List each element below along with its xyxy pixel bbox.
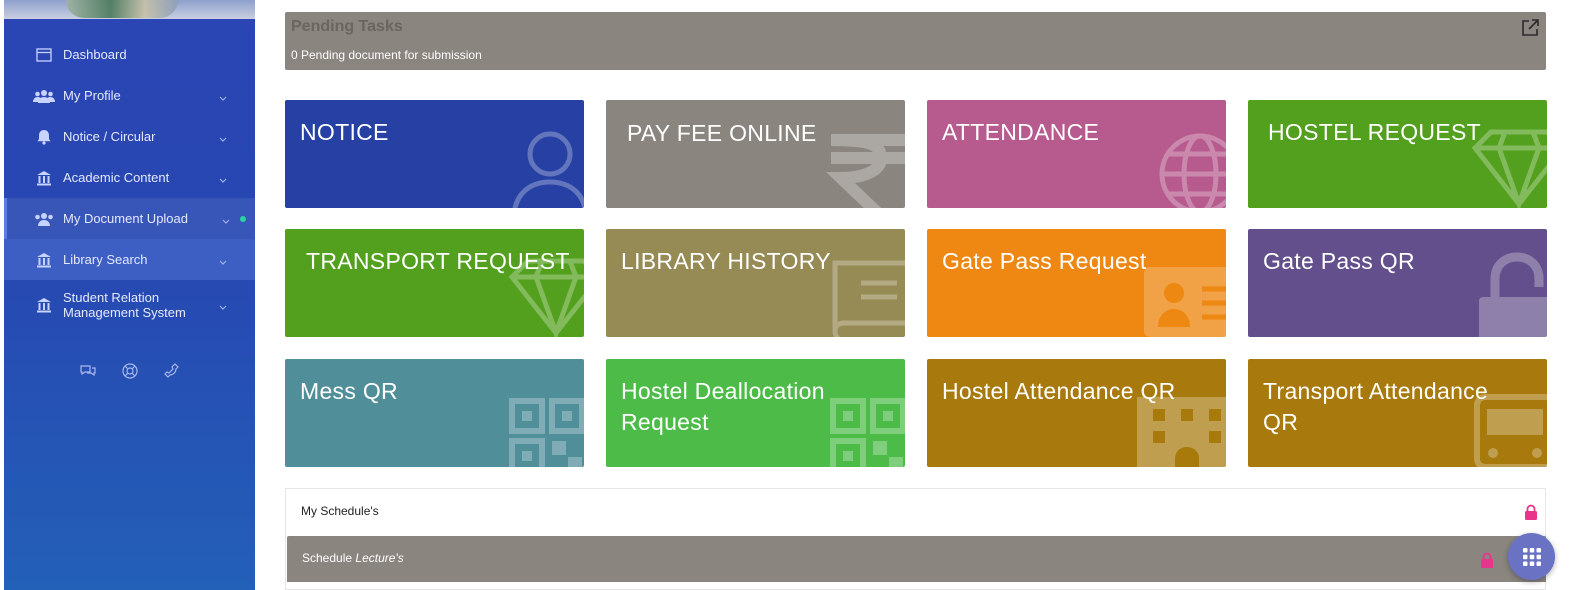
sidebar-item-label: Library Search <box>63 252 148 267</box>
tile-label: PAY FEE ONLINE <box>627 120 817 146</box>
chevron-down-icon <box>218 173 228 183</box>
tile-notice[interactable]: NOTICE <box>285 100 584 208</box>
chevron-down-icon <box>218 132 228 142</box>
sidebar-item-label: My Profile <box>63 88 121 103</box>
sidebar-footer <box>4 350 255 590</box>
book-icon <box>832 260 905 337</box>
tile-gate-pass-qr[interactable]: Gate Pass QR <box>1248 229 1547 337</box>
rupee-icon <box>826 134 905 208</box>
tile-mess-qr[interactable]: Mess QR <box>285 359 584 467</box>
qr-icon <box>509 398 584 467</box>
tile-label: HOSTEL REQUEST <box>1268 119 1481 145</box>
sidebar-nav: Dashboard My Profile Notice / Circular A… <box>4 34 255 330</box>
tile-transport-attendance-qr[interactable]: Transport Attendance QR <box>1248 359 1547 467</box>
tile-attendance[interactable]: ATTENDANCE <box>927 100 1226 208</box>
sidebar-item-dashboard[interactable]: Dashboard <box>4 34 255 75</box>
institution-icon <box>33 170 55 186</box>
schedule-lectures-title: Schedule Lecture's <box>302 551 404 565</box>
diamond-icon <box>508 258 584 337</box>
chevron-down-icon <box>218 300 228 310</box>
sidebar-item-label: Dashboard <box>63 47 127 62</box>
tile-label: Mess QR <box>300 378 398 404</box>
pending-tasks-panel: Pending Tasks 0 Pending document for sub… <box>285 12 1546 70</box>
tile-hostel-attendance-qr[interactable]: Hostel Attendance QR <box>927 359 1226 467</box>
pending-tasks-subtitle: 0 Pending document for submission <box>291 48 482 62</box>
sidebar-item-label: My Document Upload <box>63 211 188 226</box>
unlock-icon <box>1479 252 1547 337</box>
lock-icon[interactable] <box>1524 504 1538 520</box>
building-icon <box>1137 397 1226 467</box>
chevron-down-icon <box>218 255 228 265</box>
tile-hostel-request[interactable]: HOSTEL REQUEST <box>1248 100 1547 208</box>
users-icon <box>33 211 55 227</box>
tile-pay-fee-online[interactable]: PAY FEE ONLINE <box>606 100 905 208</box>
chevron-down-icon <box>218 91 228 101</box>
tile-label: NOTICE <box>300 119 389 145</box>
sidebar-item-label: Student Relation Management System <box>63 290 186 320</box>
institution-icon <box>33 297 55 313</box>
bell-icon <box>33 129 55 145</box>
schedule-label: Schedule <box>302 551 353 565</box>
sidebar-item-notice-circular[interactable]: Notice / Circular <box>4 116 255 157</box>
institution-icon <box>33 252 55 268</box>
sidebar-item-academic-content[interactable]: Academic Content <box>4 157 255 198</box>
phone-icon[interactable] <box>163 362 181 380</box>
users-icon <box>33 88 55 104</box>
grid-icon <box>1522 547 1542 567</box>
tile-label: Gate Pass Request <box>942 248 1147 274</box>
sidebar-item-label: Notice / Circular <box>63 129 156 144</box>
sidebar-item-library-search[interactable]: Library Search <box>4 239 255 280</box>
pending-tasks-title: Pending Tasks <box>291 18 403 35</box>
diamond-icon <box>1471 129 1547 208</box>
tile-label: LIBRARY HISTORY <box>621 248 831 274</box>
tile-library-history[interactable]: LIBRARY HISTORY <box>606 229 905 337</box>
tile-hostel-deallocation-request[interactable]: Hostel Deallocation Request <box>606 359 905 467</box>
external-link-icon[interactable] <box>1520 18 1540 38</box>
lock-icon[interactable] <box>1480 552 1494 568</box>
sidebar-item-my-document-upload[interactable]: My Document Upload <box>4 198 255 239</box>
globe-icon <box>1159 133 1226 208</box>
tile-label: Gate Pass QR <box>1263 248 1415 274</box>
tile-label: ATTENDANCE <box>942 119 1100 145</box>
tile-gate-pass-request[interactable]: Gate Pass Request <box>927 229 1226 337</box>
apps-grid-button[interactable] <box>1508 533 1555 580</box>
sidebar-item-my-profile[interactable]: My Profile <box>4 75 255 116</box>
tile-transport-request[interactable]: TRANSPORT REQUEST <box>285 229 584 337</box>
sidebar: Dashboard My Profile Notice / Circular A… <box>4 0 255 590</box>
id-card-icon <box>1144 267 1226 337</box>
schedule-lectures-header[interactable]: Schedule Lecture's <box>287 536 1546 582</box>
tile-label: Hostel Deallocation Request <box>621 378 825 435</box>
sidebar-item-label: Academic Content <box>63 170 170 185</box>
support-icon[interactable] <box>121 362 139 380</box>
chat-icon[interactable] <box>79 362 97 380</box>
status-dot <box>240 215 246 222</box>
sidebar-item-student-relation[interactable]: Student Relation Management System <box>4 280 255 330</box>
my-schedules-title: My Schedule's <box>301 504 379 518</box>
bus-icon <box>1474 394 1547 467</box>
lectures-label: Lecture's <box>355 551 404 565</box>
institution-logo <box>4 0 255 19</box>
qr-icon <box>830 398 905 467</box>
user-icon <box>512 131 584 208</box>
dashboard-icon <box>33 47 55 63</box>
chevron-down-icon <box>221 214 231 224</box>
